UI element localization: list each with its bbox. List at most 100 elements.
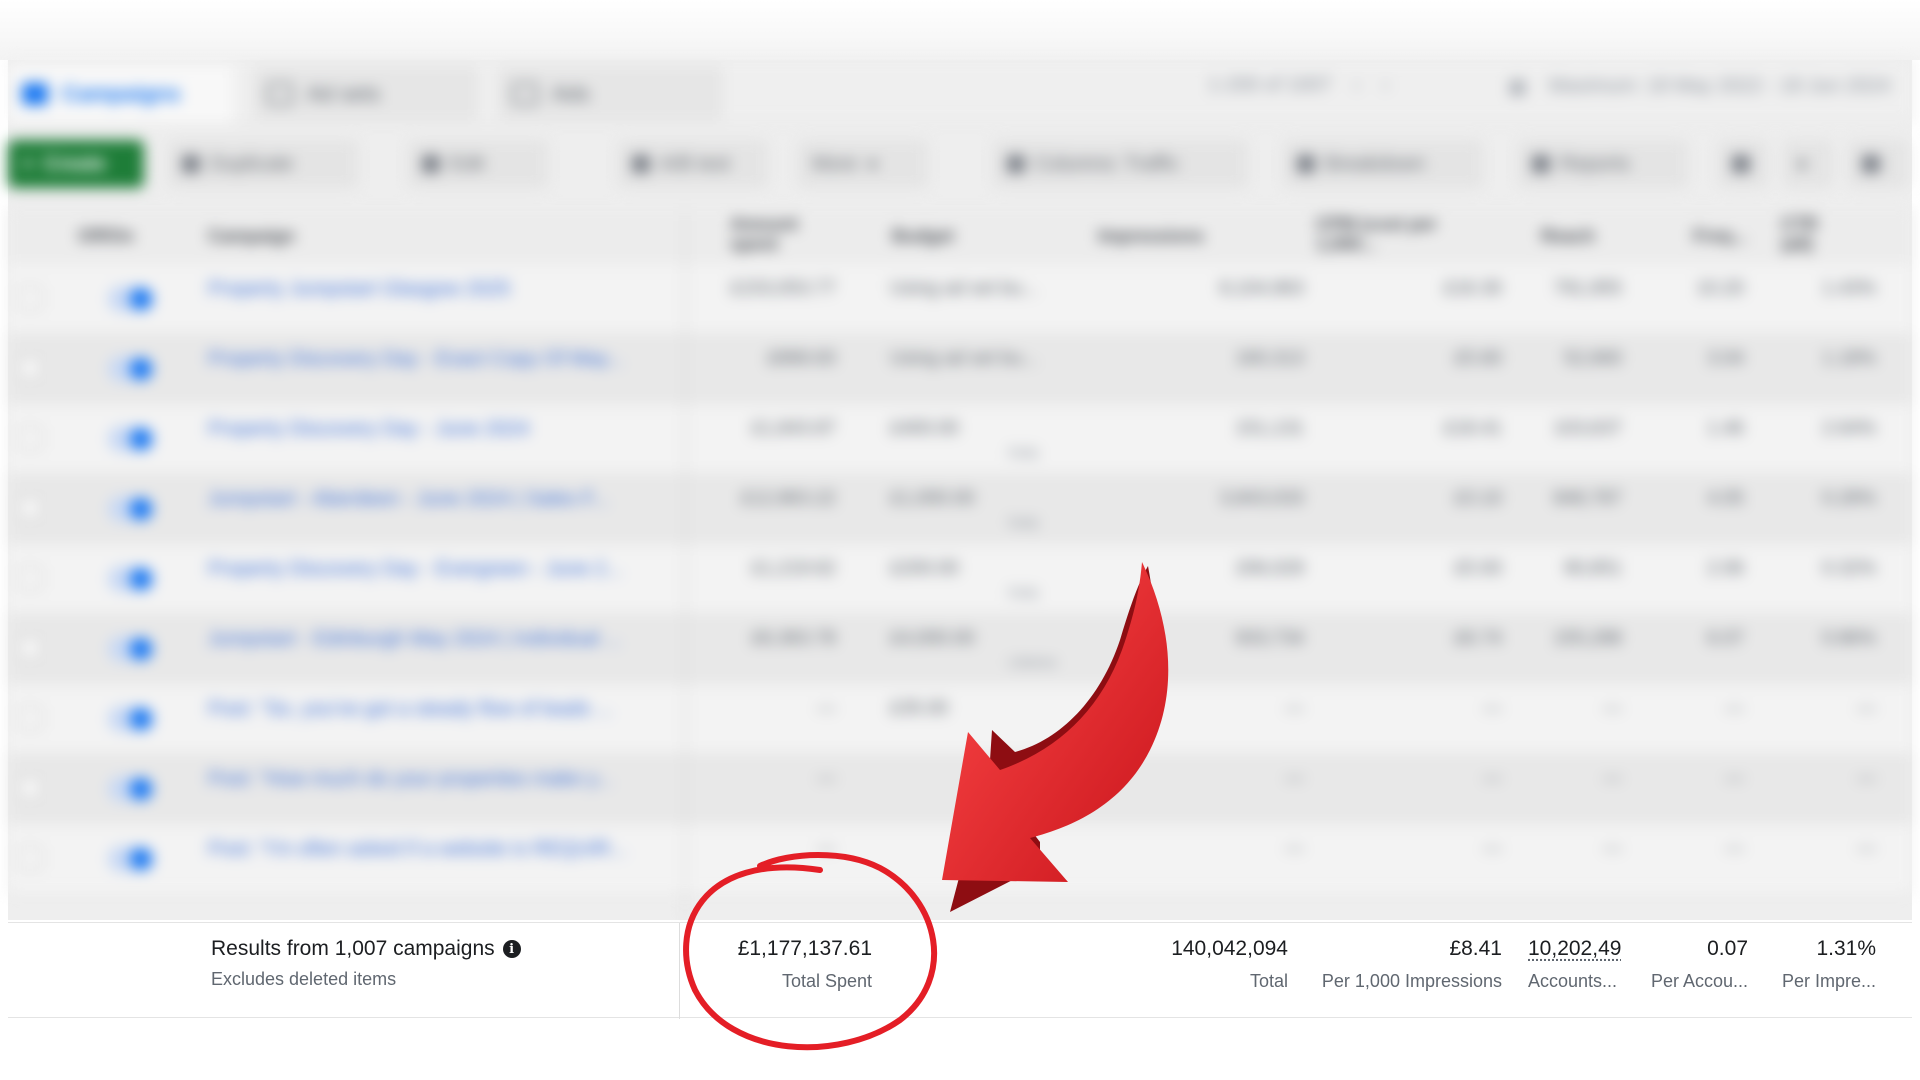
frequency-label: Per Accou... [1650,971,1748,991]
on-off-toggle[interactable] [108,426,154,452]
column-impressions[interactable]: Impressions [1098,226,1204,246]
cell-budget: £400.00 [890,418,959,439]
cell-ctr: 0.86% [1822,628,1876,649]
breakdown-button[interactable]: Breakdown [1283,140,1483,188]
tab-ads[interactable]: Ads [498,66,723,122]
settings-button[interactable] [1848,140,1908,188]
campaign-name-link[interactable]: Property Discovery Day - Evergreen - Jun… [208,558,658,581]
row-checkbox[interactable] [18,776,42,800]
table-row[interactable]: Jumpstart - Aberdeen - June 2024 | Sales… [8,474,1912,544]
on-off-toggle[interactable] [108,566,154,592]
summary-reach: 10,202,49 Accounts... [1528,937,1622,992]
table-row[interactable]: Post: "I'm often asked if a website is R… [8,824,1912,894]
reports-label: Reports [1560,152,1631,175]
row-checkbox[interactable] [18,846,42,870]
campaign-name-link[interactable]: Post: "So, you've got a steady flow of l… [208,698,658,721]
on-off-toggle[interactable] [108,776,154,802]
cell-cpm: £18.41 [1443,418,1502,439]
tab-campaigns[interactable]: Campaigns [8,66,233,122]
on-off-toggle[interactable] [108,356,154,382]
chevron-right-icon[interactable]: › [1382,74,1389,97]
column-reach[interactable]: Reach [1541,226,1595,246]
ctr-value: 1.31% [1816,937,1876,960]
row-checkbox[interactable] [18,566,42,590]
cell-impressions: 3,843,033 [1219,488,1304,509]
edit-button[interactable]: Edit [408,140,548,188]
on-off-toggle[interactable] [108,636,154,662]
chevron-down-icon: ▾ [867,153,878,176]
cell-spent: £1,843.87 [751,418,836,439]
info-icon[interactable]: i [502,940,521,958]
on-off-toggle[interactable] [108,706,154,732]
column-budget[interactable]: Budget [892,226,954,246]
cell-budget: £200.00 [890,558,959,579]
toggle-knob [130,288,152,310]
row-checkbox[interactable] [18,636,42,660]
row-checkbox[interactable] [18,356,42,380]
cell-budget-type: Lifetime [1008,654,1058,670]
row-checkbox[interactable] [18,496,42,520]
breakdown-icon [1297,155,1315,173]
create-button[interactable]: + Create [8,140,144,188]
row-checkbox[interactable] [18,706,42,730]
column-cpm[interactable]: CPM (cost per 1,000... [1316,214,1466,254]
ads-manager-window: Campaigns Ad sets Ads 1-200 of 1007 ‹ › … [8,60,1912,920]
cell-reach: 52,660 [1563,348,1622,369]
column-frequency[interactable]: Freq... [1693,226,1747,246]
on-off-toggle[interactable] [108,846,154,872]
toggle-knob [130,498,152,520]
cell-freq: 3.04 [1707,348,1744,369]
campaign-name-link[interactable]: Property Discovery Day - June 2024 [208,418,658,441]
column-ctr[interactable]: CTR (all) [1781,214,1841,254]
cell-freq: 1.46 [1707,418,1744,439]
on-off-toggle[interactable] [108,286,154,312]
ab-test-label: A/B test [660,152,731,175]
campaign-name-link[interactable]: Jumpstart - Aberdeen - June 2024 | Sales… [208,488,658,511]
more-button[interactable]: More ▾ [798,140,928,188]
table-row[interactable]: Jumpstart - Edinburgh May 2024 | Individ… [8,614,1912,684]
cell-ctr: — [1857,698,1876,719]
row-checkbox[interactable] [18,286,42,310]
cell-budget: £35.00 [890,698,949,719]
blurred-content: Campaigns Ad sets Ads 1-200 of 1007 ‹ › … [8,60,1912,920]
campaign-name-link[interactable]: Jumpstart - Edinburgh May 2024 | Individ… [208,628,658,651]
table-row[interactable]: Property Jumpstart Glasgow 2025 £153,053.… [8,264,1912,334]
date-range-picker[interactable]: ▦ Maximum: 18 May 2022 - 18 Jun 2024 [1508,74,1890,99]
column-off-on[interactable]: Off/On [78,226,134,246]
cell-ctr: 0.28% [1822,488,1876,509]
table-row[interactable]: Property Discovery Day - Exact Copy Of M… [8,334,1912,404]
cell-ctr: 0.32% [1822,558,1876,579]
cell-freq: — [1725,768,1744,789]
campaign-name-link[interactable]: Property Jumpstart Glasgow 2025 [208,278,658,301]
ab-test-button[interactable]: A/B test [618,140,768,188]
cell-budget-type: Daily [1008,514,1040,530]
table-row[interactable]: Post: "So, you've got a steady flow of l… [8,684,1912,754]
on-off-toggle[interactable] [108,496,154,522]
table-row[interactable]: Property Discovery Day - Evergreen - Jun… [8,544,1912,614]
toggle-knob [130,638,152,660]
view-options-button[interactable]: ▾ [1783,140,1833,188]
column-campaign[interactable]: Campaign [208,226,295,246]
campaign-name-link[interactable]: Post: "How much do your properties make … [208,768,658,791]
column-amount-spent[interactable]: Amount spent [730,214,820,254]
reports-button[interactable]: Reports [1518,140,1688,188]
cell-budget: £1,000.00 [890,488,975,509]
campaign-name-link[interactable]: Property Discovery Day - Exact Copy Of M… [208,348,658,371]
reach-value[interactable]: 10,202,49 [1528,937,1622,961]
table-row[interactable]: Property Discovery Day - June 2024 £1,843… [8,404,1912,474]
tab-ad-sets[interactable]: Ad sets [253,66,478,122]
cell-spent: £153,053.77 [730,278,836,299]
cell-impressions: 151,131 [1235,418,1304,439]
table-header: Off/On Campaign Amount spent Budget Impr… [8,208,1912,264]
export-button[interactable] [1718,140,1768,188]
tab-label: Ad sets [307,81,381,106]
row-checkbox[interactable] [18,426,42,450]
duplicate-label: Duplicate [210,152,294,175]
table-row[interactable]: Post: "How much do your properties make … [8,754,1912,824]
chevron-left-icon[interactable]: ‹ [1353,74,1360,97]
total-spent-label: Total Spent [781,971,872,991]
tab-label: Campaigns [62,81,181,106]
duplicate-button[interactable]: Duplicate [168,140,358,188]
campaign-name-link[interactable]: Post: "I'm often asked if a website is R… [208,838,658,861]
columns-button[interactable]: Columns: Traffic [993,140,1248,188]
